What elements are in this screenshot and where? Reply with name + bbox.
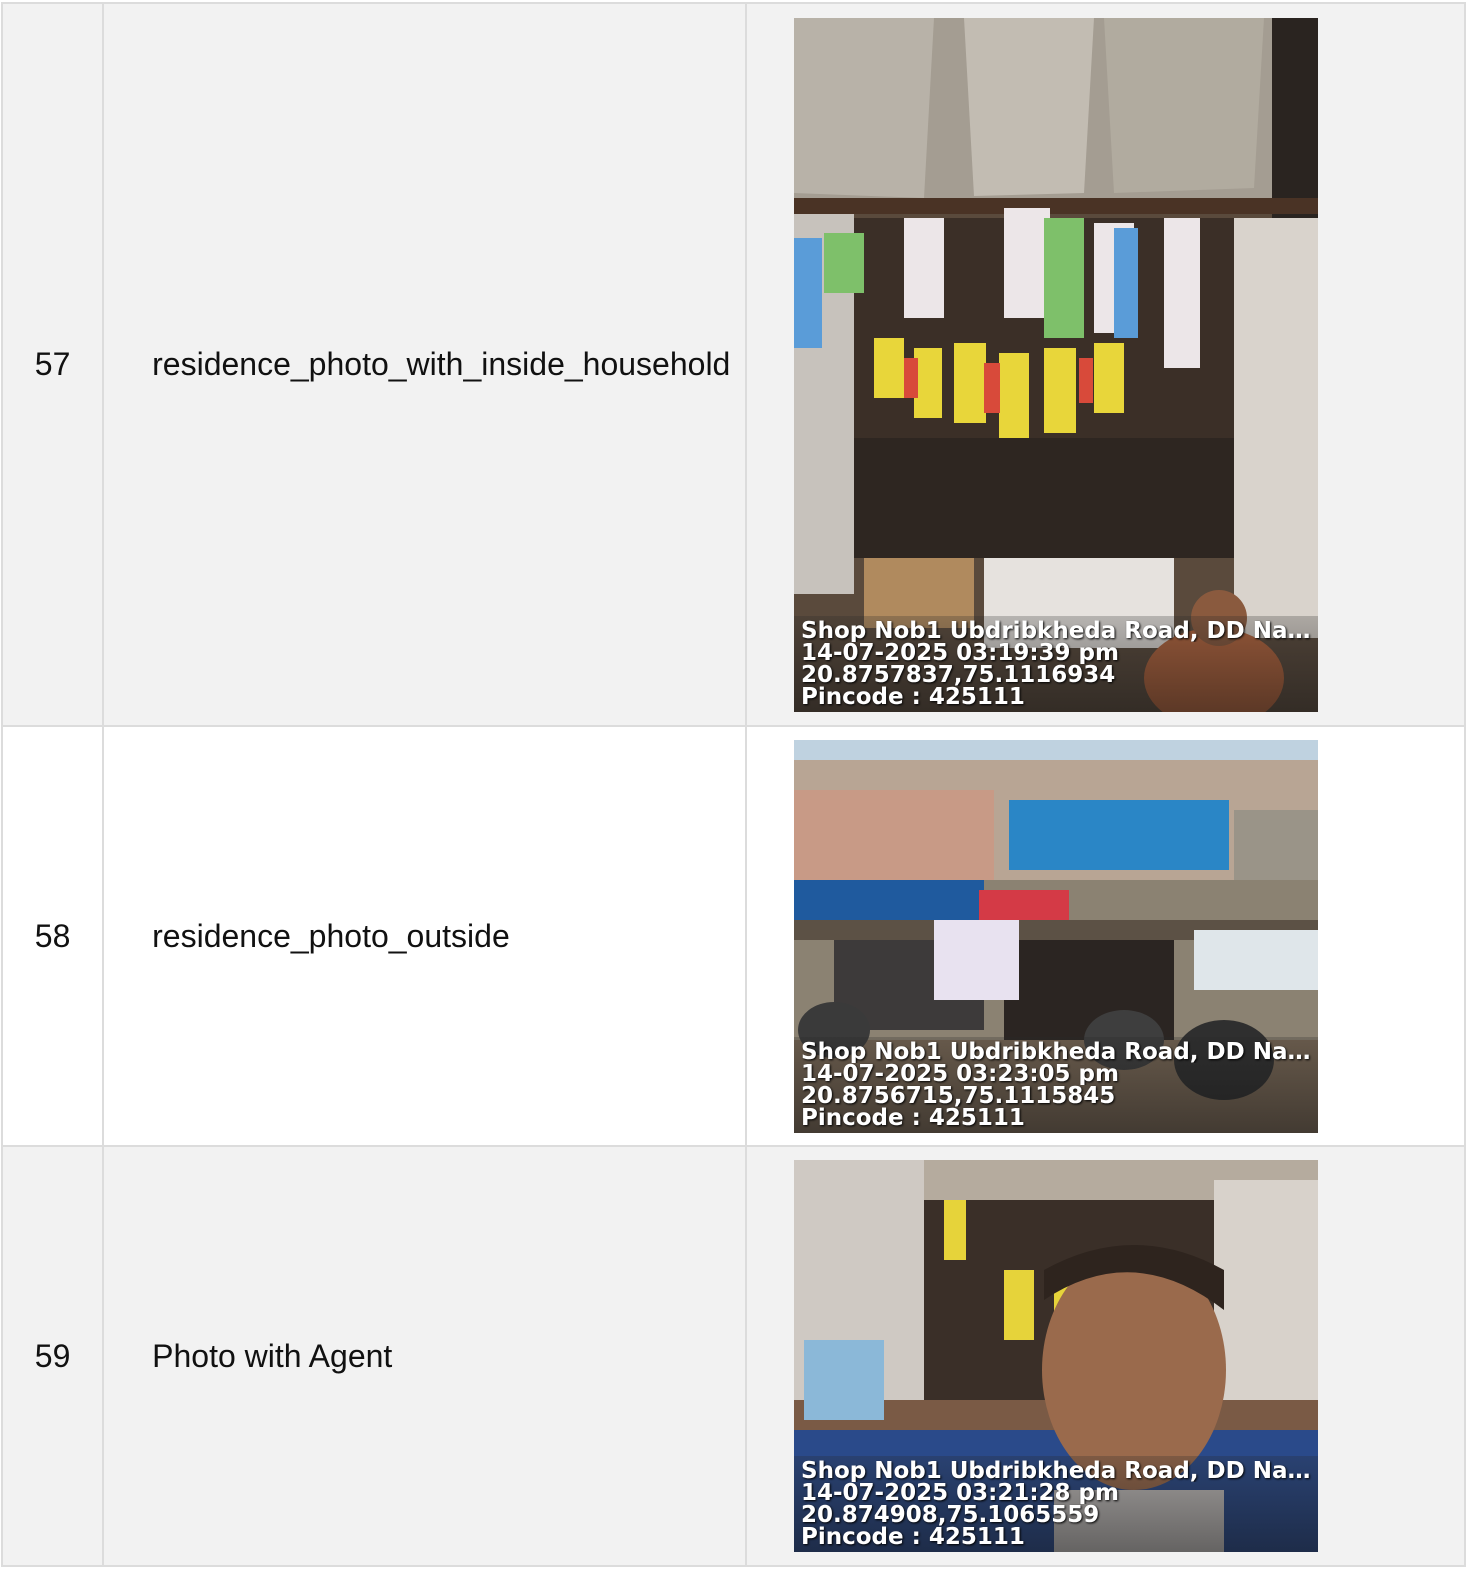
photo-label: Photo with Agent [102, 1145, 747, 1567]
table-row: 58 residence_photo_outside Shop Nob1 Ubd… [0, 725, 1466, 1147]
row-number: 59 [0, 1145, 105, 1567]
photo-label: residence_photo_with_inside_household [102, 2, 747, 727]
photo-geotag-overlay: Shop Nob1 Ubdribkheda Road, DD Nagar, ..… [794, 1456, 1318, 1552]
photo-datetime: 14-07-2025 03:19:39 pm [801, 641, 1119, 664]
photo-label: residence_photo_outside [102, 725, 747, 1147]
photo-geotag-overlay: Shop Nob1 Ubdribkheda Road, DD Nagar, ..… [794, 1036, 1318, 1133]
photo-pincode: Pincode : 425111 [801, 1526, 1025, 1548]
photo-pincode: Pincode : 425111 [801, 1106, 1025, 1129]
photo-datetime: 14-07-2025 03:23:05 pm [801, 1062, 1119, 1085]
row-number: 58 [0, 725, 105, 1147]
photo-coordinates: 20.874908,75.1065559 [801, 1504, 1100, 1526]
table-row: 59 Photo with Agent Shop Nob1 Ubdribkhed… [0, 1145, 1466, 1567]
table-row: 57 residence_photo_with_inside_household [0, 2, 1466, 727]
photo-address: Shop Nob1 Ubdribkheda Road, DD Nagar, ..… [801, 1040, 1318, 1063]
residence-inside-photo: Shop Nob1 Ubdribkheda Road, DD Nagar, ..… [794, 17, 1318, 712]
photo-evidence-table: 57 residence_photo_with_inside_household [0, 2, 1466, 1567]
photo-datetime: 14-07-2025 03:21:28 pm [801, 1482, 1119, 1504]
agent-photo: Shop Nob1 Ubdribkheda Road, DD Nagar, ..… [794, 1160, 1318, 1552]
residence-outside-photo: Shop Nob1 Ubdribkheda Road, DD Nagar, ..… [794, 739, 1318, 1133]
photo-geotag-overlay: Shop Nob1 Ubdribkheda Road, DD Nagar, ..… [794, 615, 1318, 712]
shop-interior-image [794, 17, 1318, 712]
row-number: 57 [0, 2, 105, 727]
photo-coordinates: 20.8757837,75.1116934 [801, 663, 1116, 686]
photo-coordinates: 20.8756715,75.1115845 [801, 1084, 1116, 1107]
photo-cell: Shop Nob1 Ubdribkheda Road, DD Nagar, ..… [745, 1145, 1466, 1567]
photo-cell: Shop Nob1 Ubdribkheda Road, DD Nagar, ..… [745, 2, 1466, 727]
photo-address: Shop Nob1 Ubdribkheda Road, DD Nagar, ..… [801, 619, 1318, 642]
photo-pincode: Pincode : 425111 [801, 685, 1025, 708]
photo-address: Shop Nob1 Ubdribkheda Road, DD Nagar, ..… [801, 1460, 1318, 1482]
photo-cell: Shop Nob1 Ubdribkheda Road, DD Nagar, ..… [745, 725, 1466, 1147]
